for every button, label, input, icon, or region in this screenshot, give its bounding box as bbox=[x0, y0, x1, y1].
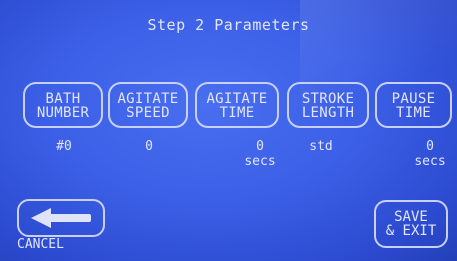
bath-number-button[interactable]: BATH NUMBER bbox=[23, 82, 103, 128]
agitate-speed-value: 0 bbox=[145, 139, 153, 154]
agitate-speed-button[interactable]: AGITATE SPEED bbox=[108, 82, 188, 128]
arrow-left-icon bbox=[31, 208, 91, 228]
cancel-label: CANCEL bbox=[17, 237, 64, 252]
stroke-length-button[interactable]: STROKE LENGTH bbox=[287, 82, 369, 128]
touch-screen: Step 2 Parameters BATH NUMBER AGITATE SP… bbox=[0, 0, 457, 261]
agitate-time-button[interactable]: AGITATE TIME bbox=[195, 82, 279, 128]
save-exit-button[interactable]: SAVE & EXIT bbox=[374, 200, 448, 248]
stroke-length-value: std bbox=[309, 139, 333, 154]
cancel-button[interactable] bbox=[17, 199, 105, 237]
bath-number-value: #0 bbox=[56, 139, 72, 154]
pause-time-value: 0 secs bbox=[414, 139, 446, 169]
agitate-time-value: 0 secs bbox=[244, 139, 276, 169]
pause-time-button[interactable]: PAUSE TIME bbox=[375, 82, 452, 128]
page-title: Step 2 Parameters bbox=[147, 16, 310, 34]
